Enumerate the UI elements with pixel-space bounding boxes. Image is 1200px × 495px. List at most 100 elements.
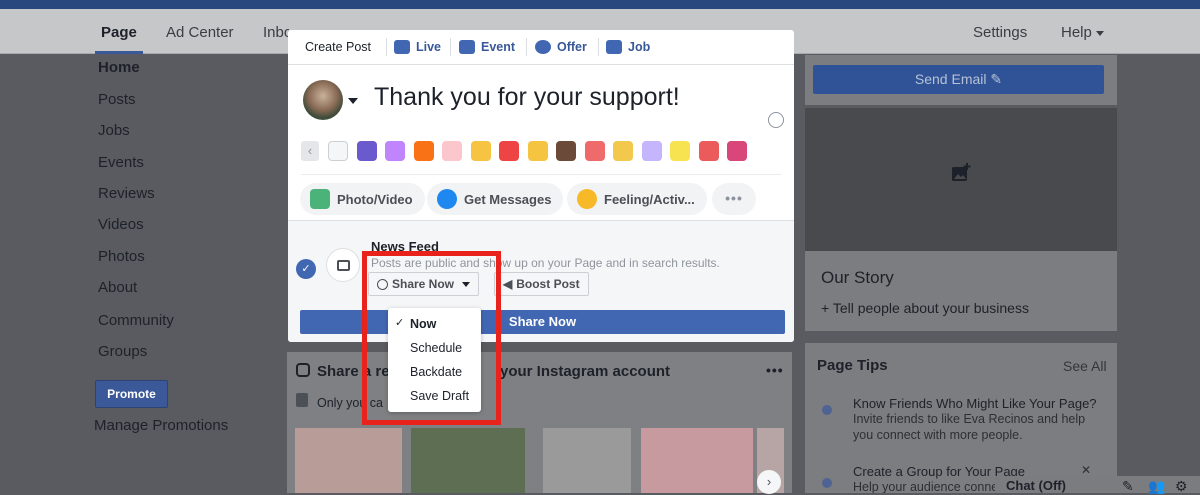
background-swatch[interactable]	[442, 141, 462, 161]
lightbulb-icon	[822, 405, 832, 415]
background-swatch[interactable]	[499, 141, 519, 161]
active-tab-underline	[95, 51, 143, 54]
instagram-thumbnail[interactable]	[411, 428, 525, 493]
send-email-button[interactable]: Send Email ✎	[813, 65, 1104, 94]
sidebar-item-about[interactable]: About	[98, 279, 137, 296]
promote-button[interactable]: Promote	[95, 380, 168, 408]
background-swatch[interactable]	[641, 141, 662, 161]
our-story-card	[805, 251, 1117, 331]
our-story-heading: Our Story	[821, 268, 894, 287]
tab-event[interactable]: Event	[459, 40, 515, 54]
sidebar-item-reviews[interactable]: Reviews	[98, 185, 155, 202]
background-swatch[interactable]	[698, 141, 719, 161]
instagram-thumbnail[interactable]	[295, 428, 402, 493]
background-swatch[interactable]	[527, 141, 548, 161]
sidebar-item-community[interactable]: Community	[98, 312, 174, 329]
sidebar-item-posts[interactable]: Posts	[98, 91, 136, 108]
background-swatch[interactable]	[356, 141, 377, 161]
instagram-title-continued: your Instagram account	[500, 363, 671, 380]
tell-people-link[interactable]: + Tell people about your business	[821, 300, 1029, 316]
calendar-icon	[459, 40, 475, 54]
tab-inbox[interactable]: Inbox	[263, 24, 289, 41]
manage-promotions-link[interactable]: Manage Promotions	[94, 417, 228, 434]
background-swatch[interactable]	[584, 141, 605, 161]
photo-video-button[interactable]: Photo/Video	[300, 183, 425, 215]
chat-bar[interactable]: Chat (Off)	[995, 476, 1200, 493]
background-swatch[interactable]	[413, 141, 434, 161]
chevron-right-icon[interactable]: ›	[757, 470, 781, 494]
photo-video-label: Photo/Video	[337, 191, 413, 207]
megaphone-icon: ◀	[503, 277, 513, 291]
tab-job-label: Job	[628, 40, 651, 54]
page-tips-heading: Page Tips	[817, 357, 888, 374]
instagram-thumbnail[interactable]	[641, 428, 753, 493]
get-messages-button[interactable]: Get Messages	[427, 183, 564, 215]
sidebar-item-events[interactable]: Events	[98, 154, 144, 171]
facebook-top-bar	[0, 0, 1200, 9]
background-swatch[interactable]	[470, 141, 491, 161]
close-icon[interactable]: ✕	[1081, 463, 1091, 477]
post-text-input[interactable]: Thank you for your support!	[374, 83, 680, 112]
tab-page[interactable]: Page	[101, 24, 137, 41]
tab-event-label: Event	[481, 40, 516, 54]
background-swatch[interactable]	[385, 141, 405, 161]
feeling-activity-button[interactable]: Feeling/Activ...	[567, 183, 707, 215]
briefcase-icon	[606, 40, 622, 54]
people-icon[interactable]: 👥	[1148, 478, 1165, 495]
emoji-icon[interactable]	[768, 112, 784, 128]
tab-help-label: Help	[1061, 24, 1092, 41]
divider	[526, 38, 527, 56]
more-options-icon[interactable]: •••	[712, 183, 756, 215]
background-swatch[interactable]	[613, 141, 633, 161]
divider	[386, 38, 387, 56]
messenger-icon	[437, 189, 457, 209]
offer-icon	[535, 40, 551, 54]
tab-live-label: Live	[416, 40, 442, 54]
photo-icon	[310, 189, 330, 209]
boost-post-button[interactable]: ◀ Boost Post	[494, 272, 589, 296]
background-swatch[interactable]	[328, 141, 348, 161]
chevron-left-icon[interactable]: ‹	[301, 141, 319, 161]
chat-label: Chat (Off)	[1006, 478, 1066, 493]
tab-live[interactable]: Live	[394, 40, 441, 54]
divider	[288, 64, 794, 65]
tab-help[interactable]: Help	[1061, 24, 1104, 41]
sidebar-item-groups[interactable]: Groups	[98, 343, 147, 360]
feeling-activity-label: Feeling/Activ...	[604, 191, 695, 207]
background-swatch[interactable]	[670, 141, 690, 161]
sidebar-item-photos[interactable]: Photos	[98, 248, 145, 265]
sidebar-item-videos[interactable]: Videos	[98, 216, 144, 233]
background-swatch[interactable]	[556, 141, 576, 161]
tab-job[interactable]: Job	[606, 40, 650, 54]
sidebar-item-home[interactable]: Home	[98, 59, 140, 76]
see-all-link[interactable]: See All	[1063, 358, 1107, 374]
tip-title[interactable]: Know Friends Who Might Like Your Page?	[853, 396, 1097, 411]
news-feed-icon	[326, 248, 360, 282]
chevron-down-icon[interactable]	[348, 98, 358, 104]
instagram-thumbnail[interactable]	[543, 428, 631, 493]
send-email-label: Send Email	[914, 71, 987, 87]
compose-icon[interactable]: ✎	[1122, 478, 1134, 495]
live-video-icon	[394, 40, 410, 54]
tab-settings[interactable]: Settings	[973, 24, 1027, 41]
tab-create-post[interactable]: Create Post	[305, 40, 371, 54]
checkmark-icon[interactable]: ✓	[296, 259, 316, 279]
chevron-down-icon	[1095, 30, 1104, 36]
highlight-box	[362, 251, 501, 425]
divider	[598, 38, 599, 56]
instagram-more-icon[interactable]: •••	[766, 362, 784, 378]
tab-offer[interactable]: Offer	[535, 40, 587, 54]
gear-icon[interactable]: ⚙	[1175, 478, 1188, 495]
lock-icon	[296, 393, 308, 407]
group-icon	[822, 478, 832, 488]
smiley-icon	[577, 189, 597, 209]
boost-post-label: Boost Post	[516, 277, 580, 291]
get-messages-label: Get Messages	[464, 191, 552, 207]
tab-ad-center[interactable]: Ad Center	[166, 24, 234, 41]
add-photo-icon[interactable]	[950, 162, 972, 184]
background-swatch[interactable]	[727, 141, 747, 161]
sidebar-item-jobs[interactable]: Jobs	[98, 122, 130, 139]
avatar[interactable]	[303, 80, 343, 120]
instagram-icon	[296, 363, 310, 377]
divider	[301, 174, 781, 175]
